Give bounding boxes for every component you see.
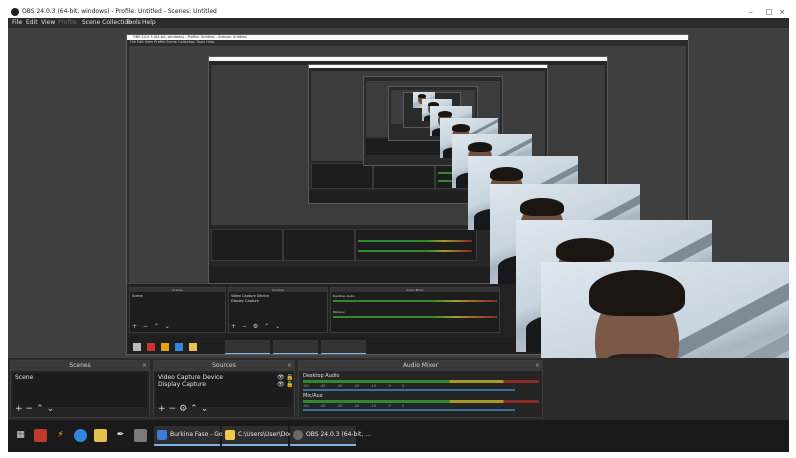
obs-window: OBS 24.0.3 (64-bit, windows) - Profile: … xyxy=(8,6,789,452)
move-up-icon[interactable]: ⌃ xyxy=(190,404,201,414)
mic-aux-label: Mic/Aux xyxy=(303,393,323,399)
close-icon[interactable]: × xyxy=(773,7,789,17)
taskbar: ▦ ⚡ ✒ Burkina Faso - Goo... C:\Users\Use… xyxy=(8,420,789,452)
lightning-icon[interactable]: ⚡ xyxy=(54,429,67,442)
mixer-header: Audio Mixer xyxy=(299,361,542,371)
nested-scene-controls: + − ⌃ ⌄ xyxy=(132,323,172,330)
browser-icon xyxy=(157,429,167,440)
obs-icon xyxy=(293,429,303,440)
menu-scene-collection[interactable]: Scene Collection xyxy=(82,19,132,26)
nested-scenes-panel: Scenes Scene + − ⌃ ⌄ xyxy=(129,287,226,333)
desktop-audio-label: Desktop Audio xyxy=(303,373,340,379)
menu-profile[interactable]: Profile xyxy=(58,19,77,26)
nested-title-bar-2 xyxy=(209,57,607,61)
pen-icon[interactable]: ✒ xyxy=(114,429,127,442)
nested-task-browser xyxy=(225,340,270,354)
edge-icon[interactable] xyxy=(74,429,87,442)
taskbar-window-obs[interactable]: OBS 24.0.3 (64-bit, ... xyxy=(290,426,371,446)
scene-item[interactable]: Scene xyxy=(15,374,33,381)
menu-help[interactable]: Help xyxy=(142,19,156,26)
sources-header: Sources xyxy=(154,361,294,371)
nested-task-explorer xyxy=(273,340,318,354)
title-bar: OBS 24.0.3 (64-bit, windows) - Profile: … xyxy=(8,6,789,18)
taskbar-window-browser[interactable]: Burkina Faso - Goo... xyxy=(154,426,232,446)
nested-source-controls: + − ⚙ ⌃ ⌄ xyxy=(231,323,283,330)
nested-mixer-2 xyxy=(355,229,477,261)
nested-meter-1 xyxy=(333,300,497,302)
add-icon[interactable]: + xyxy=(158,404,169,414)
scenes-dock: Scenes × Scene +−⌃⌄ xyxy=(10,360,150,418)
obs-logo-icon xyxy=(11,8,19,16)
nested-sources-2 xyxy=(283,229,355,261)
remove-icon[interactable]: − xyxy=(26,404,37,414)
menu-bar: File Edit View Profile Scene Collection … xyxy=(8,18,789,28)
nested-sources-panel: Sources Video Capture Device Display Capt… xyxy=(228,287,328,333)
nested-scene-item: Scene xyxy=(132,294,143,298)
nested-menu: File Edit View Profile Scene Collection … xyxy=(130,40,215,44)
audio-mixer-dock: Audio Mixer × Desktop Audio -60 -45 -30 … xyxy=(298,360,543,418)
move-down-icon[interactable]: ⌄ xyxy=(47,404,58,414)
add-icon[interactable]: + xyxy=(15,404,26,414)
meter-ticks: -60 -45 -30 -20 -10 -5 0 xyxy=(303,404,405,408)
scenes-close-icon[interactable]: × xyxy=(142,361,147,371)
nested-app-icon xyxy=(147,343,155,351)
nested-meter-2 xyxy=(333,316,497,318)
taskbar-window-explorer[interactable]: C:\Users\User\Doc... xyxy=(222,426,298,446)
minimize-icon[interactable]: – xyxy=(742,7,760,17)
move-up-icon[interactable]: ⌃ xyxy=(36,404,47,414)
sources-close-icon[interactable]: × xyxy=(287,361,292,371)
source-item[interactable]: Video Capture Device xyxy=(158,374,223,381)
nested-desktop-audio: Desktop Audio xyxy=(333,294,355,298)
source-item[interactable]: Display Capture xyxy=(158,381,206,388)
desktop-audio-volume-slider[interactable] xyxy=(303,389,516,391)
mic-aux-meter xyxy=(303,400,539,403)
nested-mixer-panel: Audio Mixer Desktop Audio Mic/Aux xyxy=(330,287,500,333)
lock-icon[interactable]: 🔒 xyxy=(286,381,293,388)
settings-icon[interactable] xyxy=(134,429,147,442)
nested-task-obs xyxy=(321,340,366,354)
mixer-close-icon[interactable]: × xyxy=(535,361,540,371)
nested-source-items: Video Capture Device Display Capture xyxy=(231,294,269,303)
scenes-header: Scenes xyxy=(11,361,149,371)
sources-list: Video Capture Device Display Capture 👁 🔒… xyxy=(156,373,293,407)
nested-scenes-2 xyxy=(211,229,283,261)
nested-app-icon xyxy=(189,343,197,351)
folder-icon[interactable] xyxy=(94,429,107,442)
sources-dock: Sources × Video Capture Device Display C… xyxy=(153,360,295,418)
windows-start-icon[interactable]: ▦ xyxy=(14,429,27,442)
dock-area: Scenes × Scene +−⌃⌄ Sources × Video Capt… xyxy=(8,358,789,420)
eye-icon[interactable]: 👁 xyxy=(277,374,285,381)
remove-icon[interactable]: − xyxy=(169,404,180,414)
menu-edit[interactable]: Edit xyxy=(26,19,38,26)
eye-icon[interactable]: 👁 xyxy=(277,381,285,388)
meter-ticks: -60 -45 -30 -20 -10 -5 0 xyxy=(303,384,405,388)
sources-controls: +−⚙⌃⌄ xyxy=(158,404,211,414)
scenes-list: Scene xyxy=(13,373,147,407)
scenes-controls: +−⌃⌄ xyxy=(15,404,57,414)
window-title: OBS 24.0.3 (64-bit, windows) - Profile: … xyxy=(22,8,217,15)
nested-app-icon xyxy=(175,343,183,351)
taskbar-window-label: OBS 24.0.3 (64-bit, ... xyxy=(306,431,371,438)
gear-icon[interactable]: ⚙ xyxy=(179,404,190,414)
desktop-audio-meter xyxy=(303,380,539,383)
nested-mic-aux: Mic/Aux xyxy=(333,310,345,314)
nested-app-icon xyxy=(161,343,169,351)
mic-aux-volume-slider[interactable] xyxy=(303,409,516,411)
apps-icon[interactable] xyxy=(34,429,47,442)
menu-view[interactable]: View xyxy=(41,19,55,26)
nested-start-icon xyxy=(133,343,141,351)
menu-file[interactable]: File xyxy=(12,19,22,26)
lock-icon[interactable]: 🔒 xyxy=(286,374,293,381)
move-down-icon[interactable]: ⌄ xyxy=(201,404,212,414)
folder-icon xyxy=(225,429,235,440)
menu-tools[interactable]: Tools xyxy=(126,19,141,26)
